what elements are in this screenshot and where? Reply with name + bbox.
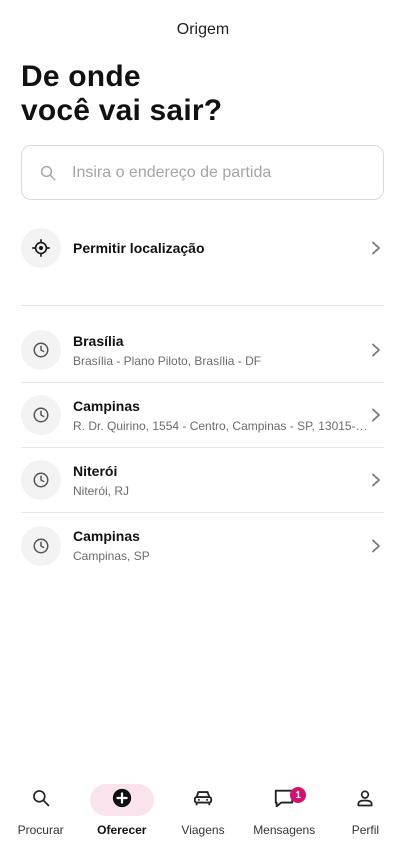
car-icon bbox=[192, 788, 214, 813]
nav-label: Perfil bbox=[351, 823, 380, 837]
clock-icon bbox=[21, 395, 61, 435]
recent-location-title: Campinas bbox=[73, 397, 140, 414]
recent-location-title: Niterói bbox=[73, 462, 118, 479]
plus-circle-icon bbox=[111, 787, 133, 814]
nav-item-perfil[interactable]: Perfil bbox=[325, 784, 406, 844]
recent-location-subtitle: Campinas, SP bbox=[73, 549, 150, 563]
unread-messages-badge: 1 bbox=[290, 787, 307, 803]
nav-item-viagens[interactable]: Viagens bbox=[162, 784, 243, 844]
recent-location-subtitle: R. Dr. Quirino, 1554 - Centro, Campinas … bbox=[73, 418, 368, 433]
chevron-right-icon bbox=[368, 407, 384, 423]
chevron-right-icon bbox=[368, 472, 384, 488]
nav-label: Oferecer bbox=[97, 823, 147, 837]
allow-location-label: Permitir localização bbox=[73, 240, 205, 256]
nav-label: Viagens bbox=[181, 823, 225, 837]
nav-label: Procurar bbox=[17, 823, 64, 837]
recent-location-title: Brasília bbox=[73, 332, 124, 349]
person-icon bbox=[355, 788, 375, 813]
clock-icon bbox=[21, 525, 61, 566]
search-icon bbox=[38, 163, 58, 183]
search-box[interactable] bbox=[21, 145, 384, 200]
page-title-line2: você vai sair? bbox=[21, 94, 223, 127]
page-title-line1: De onde bbox=[21, 60, 141, 93]
clock-icon bbox=[21, 330, 61, 370]
recent-location-item[interactable]: Brasília Brasília - Plano Piloto, Brasíl… bbox=[21, 318, 384, 383]
recent-location-item[interactable]: Campinas R. Dr. Quirino, 1554 - Centro, … bbox=[21, 383, 384, 448]
recent-location-item[interactable]: Campinas Campinas, SP bbox=[21, 513, 384, 578]
departure-address-input[interactable] bbox=[72, 163, 362, 182]
page-header-title: Origem bbox=[176, 21, 230, 38]
recent-location-item[interactable]: Niterói Niterói, RJ bbox=[21, 448, 384, 513]
location-target-icon bbox=[21, 228, 61, 268]
recent-location-title: Campinas bbox=[73, 528, 140, 544]
allow-location-row[interactable]: Permitir localização bbox=[21, 228, 384, 268]
chevron-right-icon bbox=[368, 342, 384, 358]
recent-locations-list: Brasília Brasília - Plano Piloto, Brasíl… bbox=[21, 318, 384, 578]
section-divider bbox=[21, 305, 384, 306]
page-title: De onde você vai sair? bbox=[21, 60, 222, 128]
nav-item-oferecer[interactable]: Oferecer bbox=[81, 784, 162, 844]
clock-icon bbox=[21, 460, 61, 500]
nav-label: Mensagens bbox=[253, 823, 316, 837]
search-icon bbox=[31, 788, 51, 813]
recent-location-subtitle: Brasília - Plano Piloto, Brasília - DF bbox=[73, 353, 262, 368]
bottom-navigation: Procurar Oferecer Viagens 1 Mensagens Pe… bbox=[0, 784, 406, 844]
nav-item-mensagens[interactable]: 1 Mensagens bbox=[244, 784, 325, 844]
chevron-right-icon bbox=[368, 538, 384, 554]
recent-location-subtitle: Niterói, RJ bbox=[73, 483, 130, 498]
chevron-right-icon bbox=[368, 240, 384, 256]
nav-item-procurar[interactable]: Procurar bbox=[0, 784, 81, 844]
